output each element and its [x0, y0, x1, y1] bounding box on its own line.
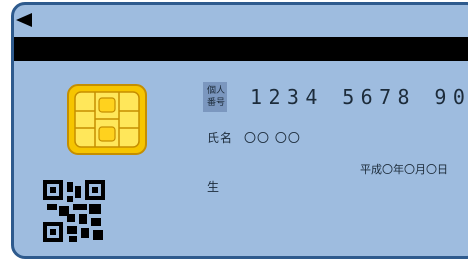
- magnetic-stripe: [14, 37, 468, 61]
- my-number-card: 個人 番号 1234 5678 9012 氏名 〇〇 〇〇 平成〇年〇月〇日 生: [11, 2, 468, 259]
- kojin-label: 個人: [206, 86, 225, 96]
- personal-number: 1234 5678 9012: [250, 85, 468, 109]
- name-value: 〇〇 〇〇: [244, 131, 301, 145]
- name-label: 氏名: [207, 131, 234, 145]
- birth-date-value: 平成〇年〇月〇日: [360, 163, 448, 176]
- qr-code-icon: [43, 180, 105, 242]
- ic-chip-icon: [67, 84, 147, 155]
- bango-label: 番号: [206, 98, 225, 108]
- birth-label: 生: [207, 180, 220, 194]
- left-triangle-icon: [16, 13, 32, 27]
